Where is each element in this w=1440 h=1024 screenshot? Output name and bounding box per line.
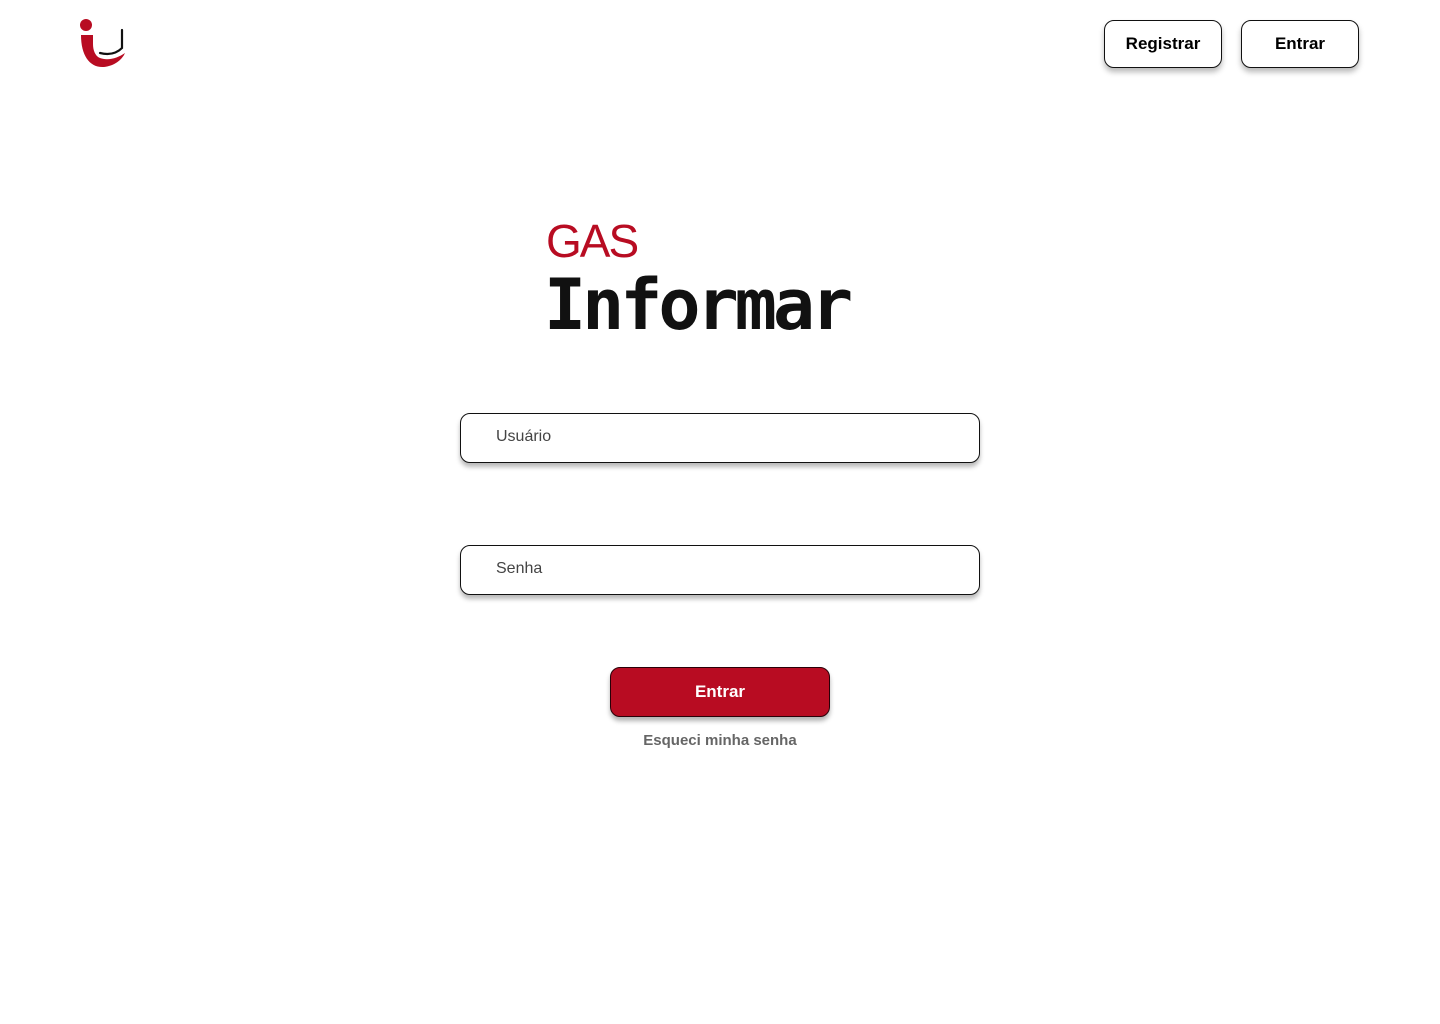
forgot-password-link[interactable]: Esqueci minha senha: [560, 732, 880, 749]
password-input[interactable]: [461, 546, 979, 594]
password-field[interactable]: [460, 545, 980, 595]
brand-gas-text: GAS: [546, 215, 639, 267]
login-page: Registrar Entrar GAS Informar Entrar Esq…: [0, 0, 1440, 1024]
brand-informar-text: Informar: [544, 264, 853, 346]
smile-i-logo-icon: [80, 19, 125, 68]
username-field[interactable]: [460, 413, 980, 463]
login-submit-button[interactable]: Entrar: [610, 667, 830, 717]
username-input[interactable]: [461, 414, 979, 462]
login-nav-button[interactable]: Entrar: [1241, 20, 1359, 68]
app-logo-icon[interactable]: [78, 18, 130, 70]
register-button[interactable]: Registrar: [1104, 20, 1222, 68]
brand-logo: GAS Informar: [544, 215, 906, 348]
